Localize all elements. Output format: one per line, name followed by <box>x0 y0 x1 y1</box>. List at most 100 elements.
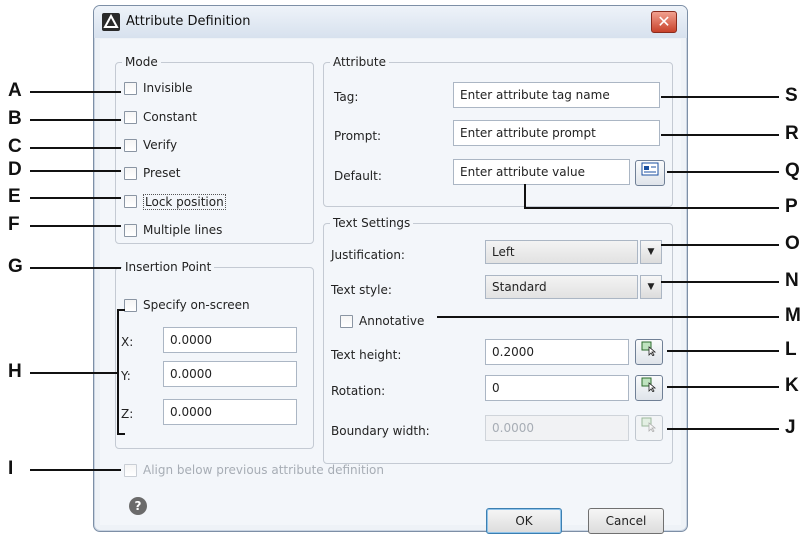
close-button[interactable]: ✕ <box>651 11 677 33</box>
callout-g: G <box>8 256 23 277</box>
verify-label: Verify <box>143 138 178 152</box>
justification-dropdown-icon[interactable]: ▼ <box>640 240 662 264</box>
callout-j: J <box>785 417 796 438</box>
callout-q: Q <box>785 160 800 181</box>
align-below-checkbox[interactable] <box>124 464 137 477</box>
title-bar[interactable]: Attribute Definition ✕ <box>94 6 687 38</box>
attribute-definition-dialog: Attribute Definition ✕ Mode Invisible Co… <box>93 5 688 534</box>
default-input[interactable]: Enter attribute value <box>453 159 630 185</box>
justification-label: Justification: <box>331 248 405 262</box>
z-input[interactable]: 0.0000 <box>163 399 297 425</box>
callout-line-f <box>30 225 121 227</box>
pick-boundary-button <box>635 415 663 441</box>
attribute-legend: Attribute <box>333 55 386 69</box>
multiple-lines-label: Multiple lines <box>143 223 223 237</box>
constant-label: Constant <box>143 110 197 124</box>
boundary-width-input: 0.0000 <box>485 415 629 441</box>
callout-bracket-h-bottom <box>117 433 125 435</box>
default-label: Default: <box>334 169 382 183</box>
callout-bracket-h-top <box>117 309 125 311</box>
text-style-select[interactable]: Standard <box>485 275 638 299</box>
callout-d: D <box>8 159 22 180</box>
callout-m: M <box>785 305 801 326</box>
callout-e: E <box>8 186 21 207</box>
prompt-label: Prompt: <box>334 129 382 143</box>
annotative-checkbox[interactable] <box>340 315 353 328</box>
insert-field-icon <box>641 162 659 176</box>
pick-point-icon <box>641 341 657 357</box>
tag-label: Tag: <box>334 90 359 104</box>
pick-rotation-button[interactable] <box>635 375 663 401</box>
text-height-label: Text height: <box>331 348 402 362</box>
callout-n: N <box>785 270 799 291</box>
rotation-input[interactable]: 0 <box>485 375 629 401</box>
y-input[interactable]: 0.0000 <box>163 361 297 387</box>
x-label: X: <box>121 335 134 349</box>
boundary-width-label: Boundary width: <box>331 424 430 438</box>
text-height-input[interactable]: 0.2000 <box>485 339 629 365</box>
callout-c: C <box>8 136 22 157</box>
callout-f: F <box>8 214 20 235</box>
specify-on-screen-checkbox[interactable] <box>124 299 137 312</box>
preset-checkbox[interactable] <box>124 167 137 180</box>
callout-a: A <box>8 80 22 101</box>
align-below-label: Align below previous attribute definitio… <box>143 463 384 477</box>
callout-line-d <box>30 170 121 172</box>
rotation-label: Rotation: <box>331 384 386 398</box>
callout-bracket-h <box>117 309 119 435</box>
text-style-dropdown-icon[interactable]: ▼ <box>640 275 662 299</box>
callout-line-i <box>30 469 121 471</box>
preset-label: Preset <box>143 166 181 180</box>
callout-o: O <box>785 233 800 254</box>
callout-s: S <box>785 85 798 106</box>
callout-line-p-vertical <box>524 184 526 209</box>
pick-point-icon <box>641 417 657 433</box>
cancel-button[interactable]: Cancel <box>588 508 664 534</box>
callout-line-e <box>30 197 121 199</box>
lock-position-label: Lock position <box>143 194 226 210</box>
verify-checkbox[interactable] <box>124 139 137 152</box>
ok-button[interactable]: OK <box>486 508 562 534</box>
callout-l: L <box>785 339 797 360</box>
callout-line-g <box>30 267 121 269</box>
callout-h: H <box>8 361 22 382</box>
callout-line-q <box>667 171 779 173</box>
mode-legend: Mode <box>125 55 158 69</box>
callout-line-o <box>661 244 779 246</box>
justification-select[interactable]: Left <box>485 240 638 264</box>
callout-line-c <box>30 147 121 149</box>
callout-r: R <box>785 123 799 144</box>
help-icon[interactable]: ? <box>129 497 147 515</box>
multiple-lines-checkbox[interactable] <box>124 224 137 237</box>
tag-input[interactable]: Enter attribute tag name <box>453 82 660 108</box>
callout-k: K <box>785 375 799 396</box>
callout-line-n <box>661 281 779 283</box>
text-settings-legend: Text Settings <box>333 216 411 230</box>
y-label: Y: <box>121 369 131 383</box>
callout-line-l <box>667 350 779 352</box>
dialog-client: Mode Invisible Constant Verify Preset Lo… <box>100 39 681 534</box>
invisible-checkbox[interactable] <box>124 82 137 95</box>
prompt-input[interactable]: Enter attribute prompt <box>453 120 660 146</box>
invisible-label: Invisible <box>143 81 193 95</box>
z-label: Z: <box>121 407 134 421</box>
callout-line-m <box>437 316 779 318</box>
callout-b: B <box>8 108 22 129</box>
callout-line-b <box>30 119 121 121</box>
specify-on-screen-label: Specify on-screen <box>143 298 250 312</box>
lock-position-checkbox[interactable] <box>124 195 137 208</box>
text-style-label: Text style: <box>331 283 392 297</box>
callout-line-r <box>661 134 779 136</box>
insert-field-button[interactable] <box>635 160 665 186</box>
insertion-point-legend: Insertion Point <box>125 260 212 274</box>
callout-line-p <box>524 207 779 209</box>
callout-line-j <box>667 428 779 430</box>
callout-p: P <box>785 196 798 217</box>
constant-checkbox[interactable] <box>124 111 137 124</box>
x-input[interactable]: 0.0000 <box>163 327 297 353</box>
dialog-title: Attribute Definition <box>126 14 251 29</box>
callout-line-s <box>661 96 779 98</box>
callout-line-k <box>667 386 779 388</box>
app-icon <box>102 13 120 31</box>
pick-height-button[interactable] <box>635 339 663 365</box>
